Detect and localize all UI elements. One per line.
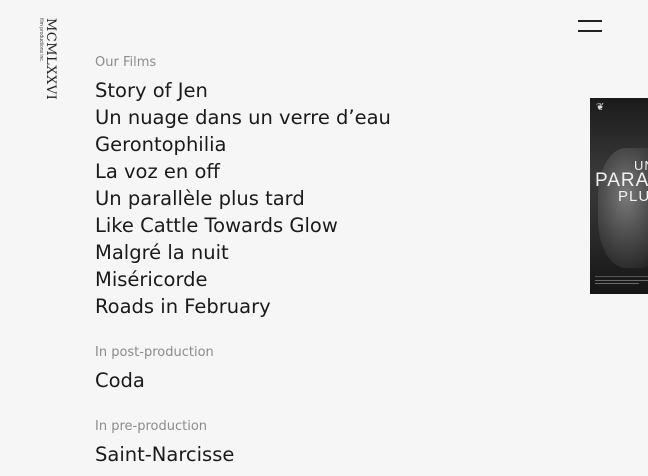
post-production-list: Coda <box>95 367 391 394</box>
film-link[interactable]: Miséricorde <box>95 266 391 293</box>
section-our-films: Our Films Story of Jen Un nuage dans un … <box>95 54 391 320</box>
film-link[interactable]: Malgré la nuit <box>95 239 391 266</box>
film-link[interactable]: Coda <box>95 367 391 394</box>
film-link[interactable]: Story of Jen <box>95 77 391 104</box>
film-link[interactable]: Like Cattle Towards Glow <box>95 212 391 239</box>
film-poster-preview[interactable]: ❦ UN PARA PLU <box>590 98 648 294</box>
film-link[interactable]: Saint-Narcisse <box>95 441 391 468</box>
pre-production-list: Saint-Narcisse <box>95 441 391 468</box>
menu-line-top <box>578 20 602 22</box>
laurel-icon: ❦ <box>596 102 605 113</box>
logo-tagline: film productions inc. <box>38 18 44 63</box>
section-label-post-production: In post-production <box>95 345 214 360</box>
menu-line-bottom <box>578 30 602 32</box>
hamburger-menu-icon[interactable] <box>578 18 602 34</box>
logo-wordmark: MCMLXXVI <box>43 18 58 101</box>
poster-title-line-3: PLU <box>618 188 648 205</box>
section-label-pre-production: In pre-production <box>95 419 208 434</box>
section-post-production: In post-production Coda <box>95 344 391 394</box>
film-link[interactable]: La voz en off <box>95 158 391 185</box>
film-link[interactable]: Un parallèle plus tard <box>95 185 391 212</box>
films-content: Our Films Story of Jen Un nuage dans un … <box>95 54 391 468</box>
section-label-our-films: Our Films <box>95 55 157 70</box>
film-link[interactable]: Gerontophilia <box>95 131 391 158</box>
site-logo[interactable]: MCMLXXVI film productions inc. <box>38 18 62 104</box>
film-list: Story of Jen Un nuage dans un verre d’ea… <box>95 77 391 320</box>
section-pre-production: In pre-production Saint-Narcisse <box>95 418 391 468</box>
poster-credits-block <box>595 276 648 287</box>
film-link[interactable]: Roads in February <box>95 293 391 320</box>
film-link[interactable]: Un nuage dans un verre d’eau <box>95 104 391 131</box>
